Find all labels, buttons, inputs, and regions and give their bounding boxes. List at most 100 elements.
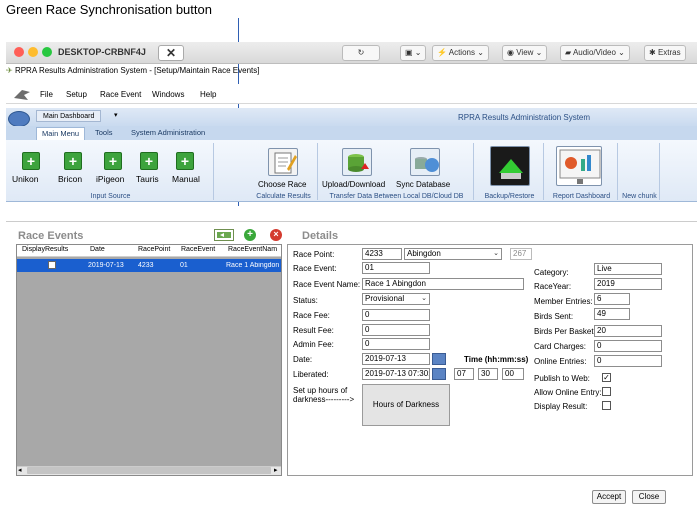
add-race-button[interactable]: + [244, 229, 256, 241]
liberated-seconds-field[interactable]: 00 [502, 368, 524, 380]
date-label: Date: [293, 355, 313, 364]
tauris-button[interactable]: Tauris [136, 174, 159, 184]
publish-to-web-checkbox[interactable]: ✓ [602, 373, 611, 382]
raceyear-field[interactable]: 2019 [594, 278, 662, 290]
race-point-code-field[interactable]: 4233 [362, 248, 402, 260]
online-entries-field[interactable]: 0 [594, 355, 662, 367]
date-field[interactable]: 2019-07-13 [362, 353, 430, 365]
choose-race-icon[interactable] [268, 148, 298, 176]
minimize-window-dot[interactable] [28, 47, 38, 57]
accept-button[interactable]: Accept [592, 490, 626, 504]
sync-race-button[interactable] [214, 229, 234, 241]
chevron-down-icon: ⌄ [493, 250, 499, 257]
birds-per-basket-field[interactable]: 20 [594, 325, 662, 337]
column-racepoint[interactable]: RacePoint [138, 246, 170, 253]
report-dashboard-icon[interactable] [556, 146, 602, 186]
ipigeon-plus-icon[interactable]: + [104, 152, 122, 170]
main-dashboard-tab[interactable]: Main Dashboard [36, 110, 102, 122]
upload-download-button[interactable]: Upload/Download [322, 180, 385, 189]
scroll-left-icon[interactable]: ◂ [18, 466, 22, 474]
actions-menu[interactable]: ⚡ Actions ⌄ [432, 45, 489, 61]
eye-icon: ◉ [507, 48, 514, 57]
race-point-select[interactable]: Abingdon ⌄ [404, 248, 502, 260]
windows-menu-icon[interactable]: ▣ ⌄ [400, 45, 427, 61]
menu-setup[interactable]: Setup [66, 90, 87, 99]
column-raceevent[interactable]: RaceEvent [181, 246, 215, 253]
scroll-right-icon[interactable]: ▸ [274, 466, 278, 474]
menu-file[interactable]: File [40, 90, 53, 99]
delete-race-button[interactable]: × [270, 229, 282, 241]
refresh-icon[interactable]: ↻ [342, 45, 380, 61]
display-result-checkbox[interactable] [602, 401, 611, 410]
tauris-plus-icon[interactable]: + [140, 152, 158, 170]
new-chunk-label[interactable]: New chunk [620, 193, 659, 200]
row-racepoint: 4233 [138, 262, 154, 269]
row-name: Race 1 Abingdon [226, 262, 280, 269]
category-field[interactable]: Live [594, 263, 662, 275]
chevron-down-icon: ⌄ [421, 295, 427, 302]
result-fee-field[interactable]: 0 [362, 324, 430, 336]
backup-restore-icon[interactable] [490, 146, 530, 186]
extras-menu[interactable]: ✱ Extras [644, 45, 686, 61]
manual-plus-icon[interactable]: + [176, 152, 194, 170]
calendar-icon[interactable] [432, 353, 446, 365]
menu-help[interactable]: Help [200, 90, 216, 99]
race-event-name-field[interactable]: Race 1 Abingdon [362, 278, 524, 290]
app-title: ✈ RPRA Results Administration System - [… [6, 66, 260, 75]
transfer-label: Transfer Data Between Local DB/Cloud DB [329, 193, 464, 200]
publish-to-web-label: Publish to Web: [534, 374, 590, 383]
view-menu[interactable]: ◉ View ⌄ [502, 45, 548, 61]
darkness-hint: Set up hours of darkness---------> [293, 386, 355, 404]
tab-tools[interactable]: Tools [90, 127, 118, 140]
member-entries-field[interactable]: 6 [594, 293, 630, 305]
race-event-field[interactable]: 01 [362, 262, 430, 274]
close-window-dot[interactable] [14, 47, 24, 57]
liberated-minutes-field[interactable]: 30 [478, 368, 498, 380]
tab-system-administration[interactable]: System Administration [126, 127, 210, 140]
member-entries-label: Member Entries: [534, 297, 593, 306]
bricon-plus-icon[interactable]: + [64, 152, 82, 170]
liberated-hours-field[interactable]: 07 [454, 368, 474, 380]
column-raceeventname[interactable]: RaceEventNam [228, 246, 277, 253]
menu-race-event[interactable]: Race Event [100, 90, 141, 99]
menu-windows[interactable]: Windows [152, 90, 184, 99]
status-select[interactable]: Provisional ⌄ [362, 293, 430, 305]
unikon-button[interactable]: Unikon [12, 174, 38, 184]
tab-main-menu[interactable]: Main Menu [36, 127, 86, 140]
actions-icon: ⚡ [437, 48, 447, 57]
time-label: Time (hh:mm:ss) [464, 355, 529, 364]
ipigeon-button[interactable]: iPigeon [96, 174, 124, 184]
zoom-window-dot[interactable] [42, 47, 52, 57]
birds-sent-label: Birds Sent: [534, 312, 574, 321]
backup-label[interactable]: Backup/Restore [476, 193, 543, 200]
column-date[interactable]: Date [90, 246, 105, 253]
allow-online-entry-checkbox[interactable] [602, 387, 611, 396]
card-charges-field[interactable]: 0 [594, 340, 662, 352]
details-title: Details [302, 230, 339, 242]
display-results-checkbox[interactable] [48, 261, 56, 269]
manual-button[interactable]: Manual [172, 174, 200, 184]
close-button[interactable]: Close [632, 490, 666, 504]
audio-video-menu[interactable]: ▰ Audio/Video ⌄ [560, 45, 630, 61]
unikon-plus-icon[interactable]: + [22, 152, 40, 170]
race-fee-field[interactable]: 0 [362, 309, 430, 321]
hours-of-darkness-button[interactable]: Hours of Darkness [362, 384, 450, 426]
calculate-label: Calculate Results [256, 193, 311, 200]
choose-race-button[interactable]: Choose Race [258, 180, 306, 189]
admin-fee-field[interactable]: 0 [362, 338, 430, 350]
sync-database-icon[interactable] [410, 148, 440, 176]
birds-sent-field[interactable]: 49 [594, 308, 630, 320]
liberated-field[interactable]: 2019-07-13 07:30:0 [362, 368, 430, 380]
scrollbar-thumb[interactable] [27, 467, 271, 474]
bricon-button[interactable]: Bricon [58, 174, 82, 184]
upload-download-icon[interactable] [342, 148, 372, 176]
dropdown-icon[interactable]: ▾ [114, 111, 118, 119]
host-name: DESKTOP-CRBNF4J [58, 47, 146, 57]
report-dashboard-label[interactable]: Report Dashboard [546, 193, 617, 200]
disconnect-icon[interactable]: ✕ [158, 45, 184, 61]
sync-database-button[interactable]: Sync Database [396, 180, 450, 189]
calendar-icon[interactable] [432, 368, 446, 380]
column-displayresults[interactable]: DisplayResults [22, 246, 68, 253]
green-sync-icon [217, 232, 231, 238]
app-orb-icon[interactable] [8, 111, 30, 127]
